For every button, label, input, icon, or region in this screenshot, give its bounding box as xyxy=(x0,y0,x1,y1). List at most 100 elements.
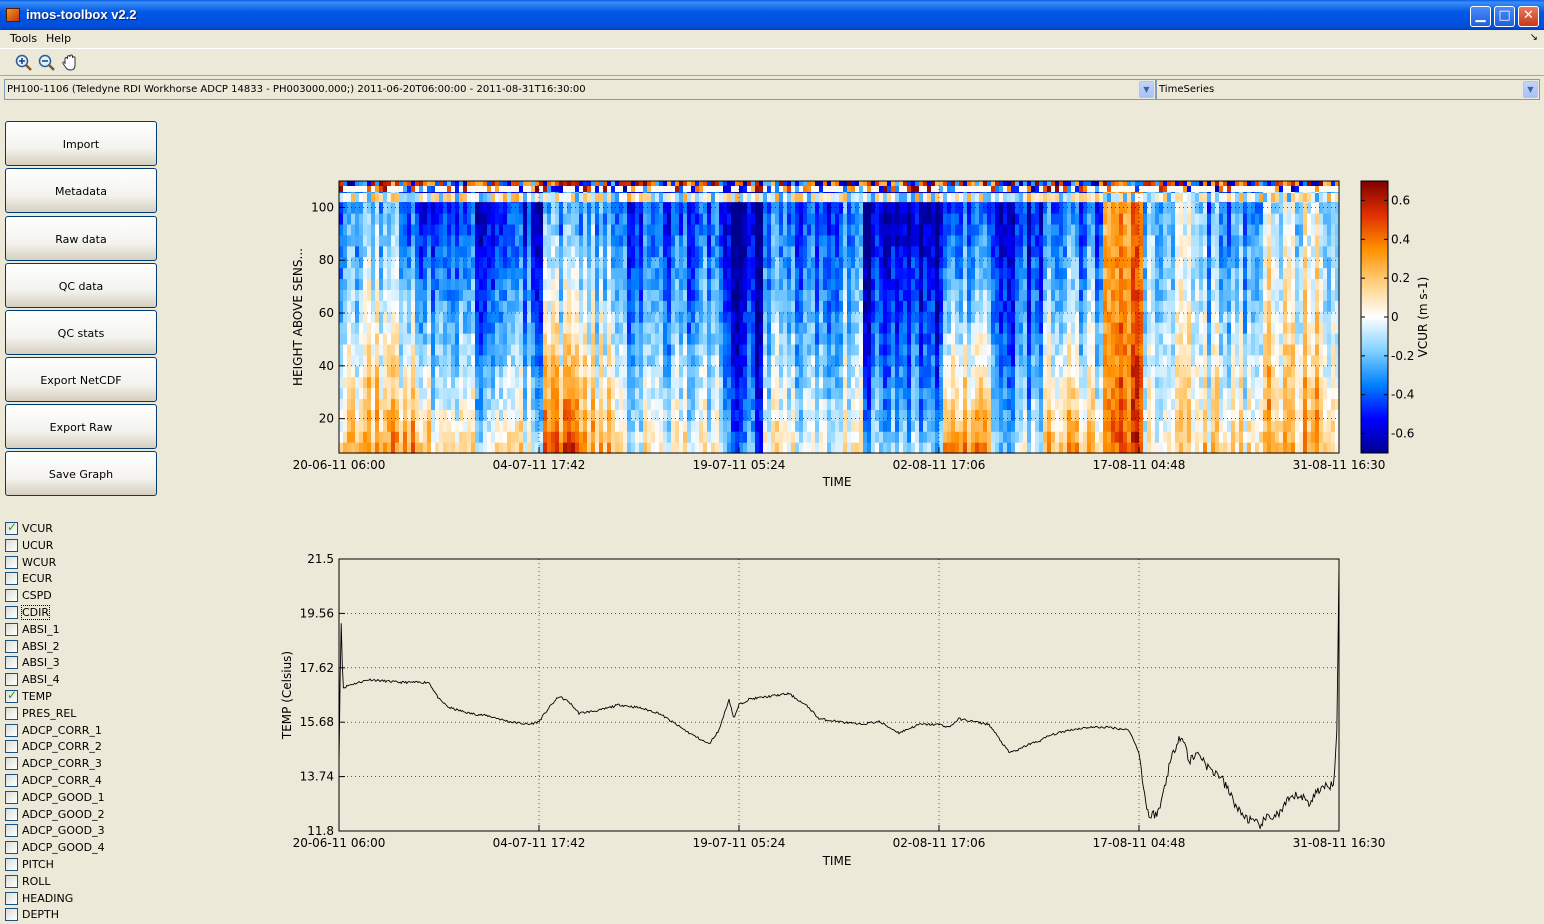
heatmap-cell xyxy=(987,442,992,454)
heatmap-cell xyxy=(711,289,716,301)
heatmap-cell xyxy=(659,234,664,247)
heatmap-cell xyxy=(711,256,716,269)
heatmap-cell xyxy=(431,376,436,389)
heatmap-cell xyxy=(759,213,764,225)
heatmap-cell xyxy=(719,289,724,301)
heatmap-cell xyxy=(427,234,432,247)
heatmap-cell xyxy=(359,442,364,454)
heatmap-cell xyxy=(1035,223,1040,236)
heatmap-cell xyxy=(583,213,588,225)
heatmap-cell xyxy=(519,333,524,345)
heatmap-cell xyxy=(739,365,744,378)
heatmap-cell xyxy=(583,186,588,192)
heatmap-cell xyxy=(679,387,684,400)
heatmap-cell xyxy=(827,376,832,389)
heatmap-cell xyxy=(919,193,924,203)
heatmap-cell xyxy=(515,387,520,400)
heatmap-cell xyxy=(595,245,600,258)
heatmap-cell xyxy=(1011,431,1016,443)
heatmap-cell xyxy=(839,186,844,192)
heatmap-cell xyxy=(615,420,620,432)
heatmap-cell xyxy=(459,431,464,443)
heatmap-cell xyxy=(883,278,888,290)
heatmap-cell xyxy=(539,398,544,410)
heatmap-cell xyxy=(435,186,440,192)
heatmap-cell xyxy=(995,223,1000,236)
heatmap-cell xyxy=(903,278,908,290)
heatmap-cell xyxy=(539,333,544,345)
heatmap-cell xyxy=(635,289,640,301)
heatmap-cell xyxy=(463,398,468,410)
heatmap-cell xyxy=(847,223,852,236)
heatmap-cell xyxy=(627,186,632,192)
heatmap-cell xyxy=(647,256,652,269)
heatmap-cell xyxy=(435,431,440,443)
heatmap-cell xyxy=(767,223,772,236)
heatmap-cell xyxy=(1039,398,1044,410)
heatmap-cell xyxy=(859,442,864,454)
heatmap-cell xyxy=(911,234,916,247)
heatmap-cell xyxy=(659,376,664,389)
heatmap-cell xyxy=(891,213,896,225)
heatmap-cell xyxy=(987,278,992,290)
heatmap-cell xyxy=(575,354,580,367)
heatmap-cell xyxy=(759,202,764,214)
heatmap-cell xyxy=(723,256,728,269)
heatmap-cell xyxy=(743,343,748,356)
heatmap-cell xyxy=(527,267,532,280)
heatmap-cell xyxy=(979,322,984,334)
heatmap-cell xyxy=(1035,354,1040,367)
heatmap-cell xyxy=(491,213,496,225)
heatmap-cell xyxy=(499,267,504,280)
heatmap-cell xyxy=(723,289,728,301)
heatmap-cell xyxy=(655,398,660,410)
heatmap-cell xyxy=(663,420,668,432)
heatmap-cell xyxy=(991,398,996,410)
heatmap-cell xyxy=(1007,300,1012,312)
heatmap-cell xyxy=(491,442,496,454)
heatmap-cell xyxy=(639,343,644,356)
heatmap-cell xyxy=(859,278,864,290)
heatmap-cell xyxy=(927,300,932,312)
heatmap-cell xyxy=(623,387,628,400)
heatmap-cell xyxy=(1047,267,1052,280)
heatmap-cell xyxy=(947,376,952,389)
heatmap-cell xyxy=(767,354,772,367)
heatmap-cell xyxy=(531,245,536,258)
heatmap-cell xyxy=(971,202,976,214)
heatmap-cell xyxy=(883,343,888,356)
heatmap-cell xyxy=(619,267,624,280)
heatmap-cell xyxy=(543,267,548,280)
heatmap-cell xyxy=(955,322,960,334)
heatmap-cell xyxy=(371,186,376,192)
heatmap-cell xyxy=(579,398,584,410)
heatmap-cell xyxy=(975,420,980,432)
heatmap-cell xyxy=(863,234,868,247)
heatmap-cell xyxy=(555,213,560,225)
heatmap-cell xyxy=(523,300,528,312)
heatmap-cell xyxy=(411,278,416,290)
heatmap-cell xyxy=(831,256,836,269)
heatmap-cell xyxy=(1055,387,1060,400)
heatmap-cell xyxy=(683,431,688,443)
heatmap-cell xyxy=(475,300,480,312)
heatmap-cell xyxy=(435,333,440,345)
heatmap-cell xyxy=(891,256,896,269)
heatmap-cell xyxy=(895,213,900,225)
heatmap-cell xyxy=(795,245,800,258)
heatmap-cell xyxy=(623,234,628,247)
heatmap-cell xyxy=(627,398,632,410)
heatmap-cell xyxy=(631,278,636,290)
heatmap-cell xyxy=(719,431,724,443)
heatmap-cell xyxy=(675,300,680,312)
plot-area[interactable]: 20406080100 20-06-11 06:00 04-07-11 17:42… xyxy=(0,0,1544,924)
heatmap-cell xyxy=(1043,202,1048,214)
heatmap-cell xyxy=(483,300,488,312)
heatmap-cell xyxy=(983,398,988,410)
heatmap-cell xyxy=(763,223,768,236)
heatmap-cell xyxy=(635,186,640,192)
heatmap-cell xyxy=(595,202,600,214)
heatmap-cell xyxy=(959,202,964,214)
heatmap-cell xyxy=(719,420,724,432)
heatmap-cell xyxy=(1031,398,1036,410)
